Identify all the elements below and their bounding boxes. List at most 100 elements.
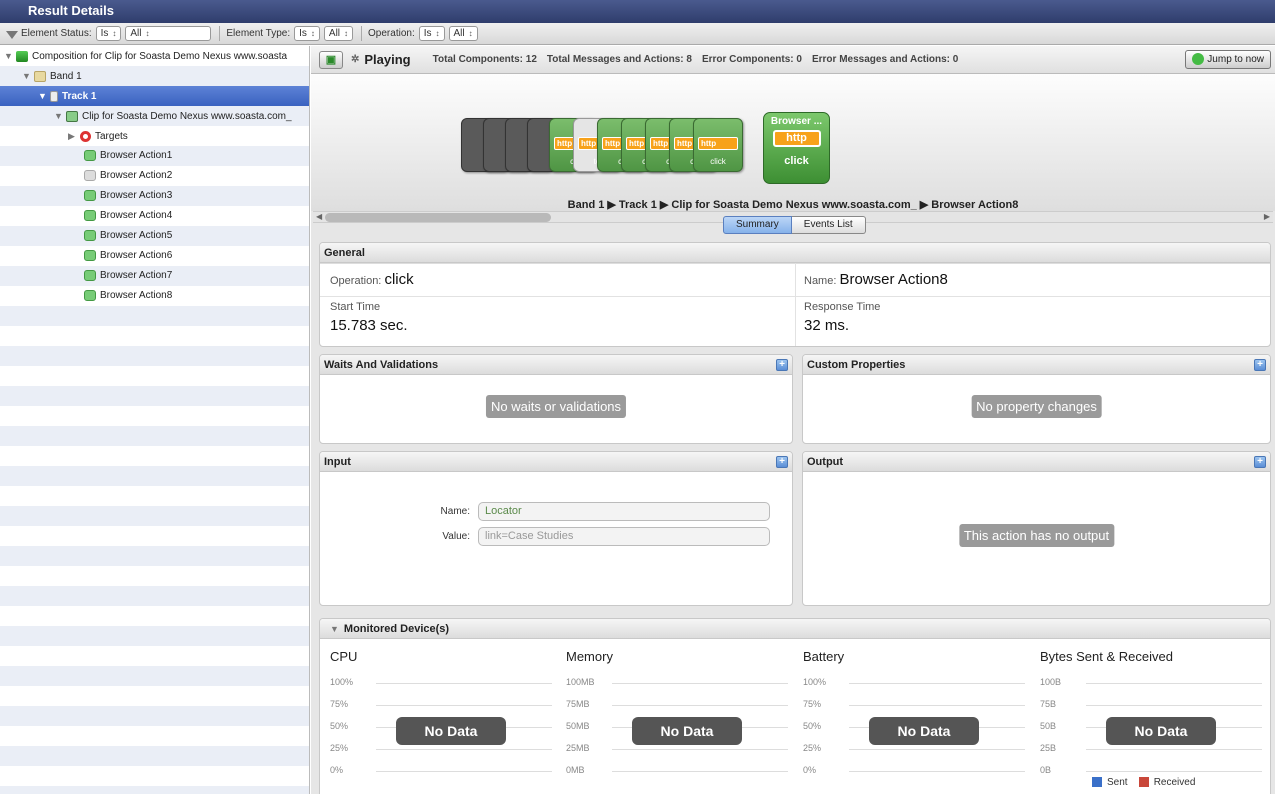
grid-line — [1086, 749, 1262, 750]
scroll-left-icon[interactable]: ◀ — [316, 212, 322, 221]
operation-label: Operation: — [330, 275, 382, 287]
name-label: Name: — [804, 275, 837, 287]
scroll-thumb[interactable] — [325, 213, 551, 222]
grid-line — [612, 771, 788, 772]
legend-swatch-received — [1138, 777, 1149, 788]
response-time-cell: Response Time 32 ms. — [804, 301, 880, 334]
composition-icon — [16, 50, 28, 62]
operation-value-select[interactable]: All — [448, 26, 478, 41]
custom-properties-empty: No property changes — [971, 395, 1102, 418]
input-value-field[interactable]: link=Case Studies — [478, 527, 770, 546]
tree-item-action[interactable]: Browser Action5 — [0, 226, 309, 246]
element-type-value-select[interactable]: All — [323, 26, 354, 41]
grid-line — [849, 749, 1025, 750]
operation-value: click — [384, 271, 414, 288]
tree-item-label: Browser Action7 — [100, 270, 173, 281]
axis-tick-label: 75B — [1040, 699, 1057, 709]
current-action-title: Browser ... — [770, 116, 823, 127]
tab-events-list[interactable]: Events List — [791, 216, 866, 234]
divider — [361, 26, 363, 41]
browser-action-icon — [84, 169, 96, 181]
track-icon — [50, 90, 58, 102]
expand-icon[interactable]: + — [776, 359, 788, 371]
response-time-value: 32 ms. — [804, 317, 850, 334]
disclosure-open-icon[interactable]: ▼ — [4, 46, 16, 66]
tree-item-action[interactable]: Browser Action6 — [0, 246, 309, 266]
expand-icon[interactable]: + — [1254, 359, 1266, 371]
element-status-value-select[interactable]: All — [125, 26, 212, 41]
start-time-label: Start Time — [330, 301, 381, 313]
axis-tick-label: 0% — [803, 765, 817, 775]
element-status-op-select[interactable]: Is — [95, 26, 122, 41]
tree-item-label: Browser Action4 — [100, 210, 173, 221]
band-icon — [34, 70, 46, 82]
tree-item-action[interactable]: Browser Action7 — [0, 266, 309, 286]
custom-properties-header: Custom Properties + — [803, 355, 1270, 375]
action-card-label: click — [710, 157, 726, 166]
expand-icon[interactable]: + — [776, 456, 788, 468]
tree-item-action[interactable]: Browser Action4 — [0, 206, 309, 226]
axis-tick-label: 50B — [1040, 721, 1057, 731]
tree-item-clip[interactable]: ▼ Clip for Soasta Demo Nexus www.soasta.c… — [0, 106, 309, 126]
tree-item-track[interactable]: ▼ Track 1 — [0, 86, 309, 106]
axis-tick-label: 100B — [1040, 677, 1062, 687]
action-card[interactable]: http click — [693, 118, 743, 172]
tree-item-band[interactable]: ▼ Band 1 — [0, 66, 309, 86]
custom-properties-title: Custom Properties — [807, 359, 906, 371]
grid-line — [376, 749, 552, 750]
axis-tick-label: 0% — [330, 765, 344, 775]
tree-item-composition[interactable]: ▼ Composition for Clip for Soasta Demo Ne… — [0, 46, 309, 66]
playback-status-bar: ▣ ✲ Playing Total Components: 12 Total M… — [311, 46, 1275, 74]
scroll-right-icon[interactable]: ▶ — [1264, 212, 1270, 221]
tree-item-action[interactable]: Browser Action3 — [0, 186, 309, 206]
operation-op-select[interactable]: Is — [418, 26, 445, 41]
browser-action-icon — [84, 149, 96, 161]
disclosure-open-icon[interactable]: ▼ — [38, 86, 50, 106]
graph-title: Memory — [566, 649, 613, 664]
grid-line — [1086, 705, 1262, 706]
graph-legend: Sent Received — [1092, 777, 1195, 788]
tree-item-action[interactable]: Browser Action1 — [0, 146, 309, 166]
disclosure-open-icon[interactable]: ▼ — [54, 106, 66, 126]
disclosure-closed-icon[interactable]: ▶ — [68, 126, 80, 146]
grid-line — [376, 705, 552, 706]
result-tree[interactable]: ▼ Composition for Clip for Soasta Demo Ne… — [0, 46, 310, 794]
output-panel: Output + This action has no output — [802, 451, 1271, 606]
grid-line — [612, 683, 788, 684]
axis-tick-label: 100% — [330, 677, 354, 687]
tree-item-label: Browser Action3 — [100, 190, 173, 201]
grid-line — [849, 683, 1025, 684]
axis-tick-label: 0B — [1040, 765, 1052, 775]
axis-tick-label: 25% — [330, 743, 349, 753]
grid-line — [849, 771, 1025, 772]
grid-line — [1086, 771, 1262, 772]
play-toggle-button[interactable]: ▣ — [319, 50, 343, 69]
tree-item-label: Clip for Soasta Demo Nexus www.soasta.co… — [82, 111, 292, 122]
disclosure-open-icon[interactable]: ▼ — [330, 624, 339, 634]
input-name-field[interactable]: Locator — [478, 502, 770, 521]
browser-action-icon — [84, 229, 96, 241]
filter-icon — [6, 30, 18, 39]
element-status-label: Element Status: — [21, 28, 92, 39]
axis-tick-label: 75% — [803, 699, 822, 709]
jump-to-now-button[interactable]: Jump to now — [1185, 50, 1271, 69]
waits-panel: Waits And Validations + No waits or valid… — [319, 354, 793, 444]
clock-icon — [1192, 53, 1205, 66]
spinner-icon: ✲ — [351, 54, 360, 65]
play-icon: ▣ — [325, 54, 337, 66]
tree-item-action[interactable]: Browser Action8 — [0, 286, 309, 306]
element-type-op-select[interactable]: Is — [294, 26, 320, 41]
current-action-card[interactable]: Browser ... http click — [763, 112, 830, 184]
monitored-devices-header[interactable]: ▼ Monitored Device(s) — [320, 619, 1270, 639]
tab-summary[interactable]: Summary — [723, 216, 792, 234]
tree-item-targets[interactable]: ▶ Targets — [0, 126, 309, 146]
grid-line — [612, 705, 788, 706]
tree-item-label: Browser Action5 — [100, 230, 173, 241]
expand-icon[interactable]: + — [1254, 456, 1266, 468]
name-value: Browser Action8 — [839, 271, 948, 288]
http-badge: http — [772, 130, 821, 147]
no-data-badge: No Data — [1106, 717, 1216, 745]
disclosure-open-icon[interactable]: ▼ — [22, 66, 34, 86]
waits-title: Waits And Validations — [324, 359, 439, 371]
tree-item-action[interactable]: Browser Action2 — [0, 166, 309, 186]
